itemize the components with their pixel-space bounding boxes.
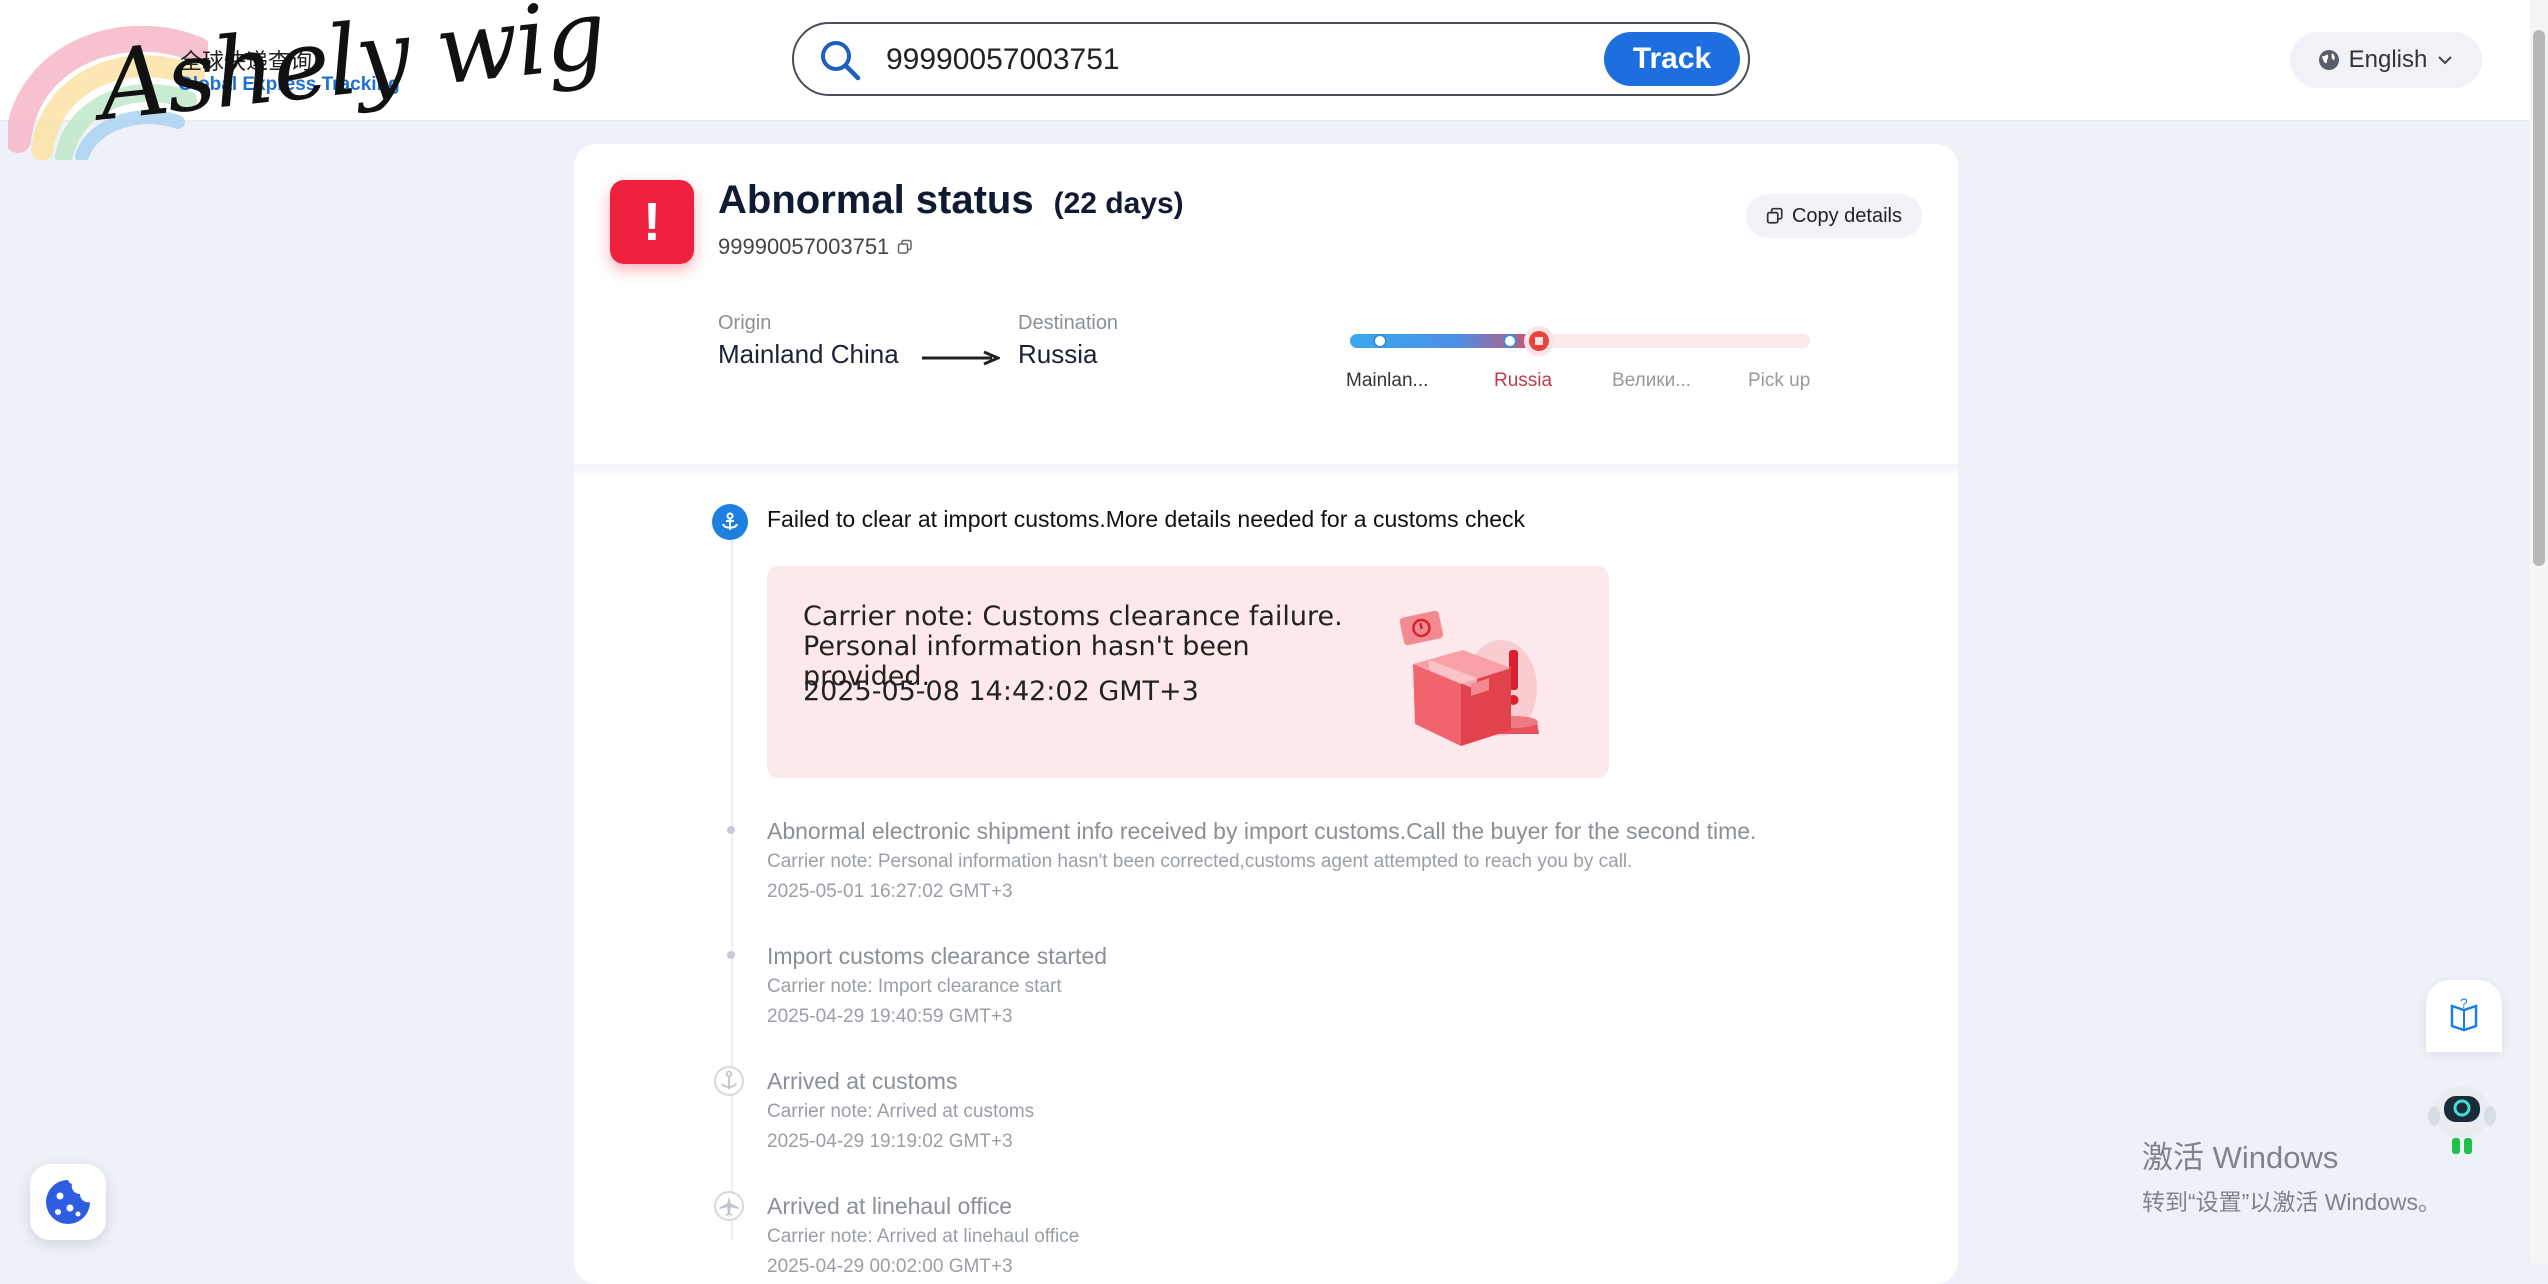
origin-value: Mainland China [718,339,899,369]
watermark-line1: 激活 Windows [2142,1140,2339,1175]
track-button[interactable]: Track [1604,32,1740,86]
progress-stage-label-active: Russia [1494,370,1553,391]
destination-label: Destination [1018,312,1119,334]
carrier-note-time: 2025-05-08 14:42:02 GMT+3 [803,676,1199,707]
package-alert-illustration [1399,610,1539,746]
event-time: 2025-04-29 19:19:02 GMT+3 [767,1131,1013,1152]
progress-stage-label: Mainlan... [1346,370,1429,391]
copy-icon [1766,207,1783,224]
tracking-number-row: 99990057003751 [718,234,913,260]
svg-text:?: ? [2460,995,2468,1011]
timeline-event: Import customs clearance started Carrier… [767,943,1107,1028]
timeline-dot [727,826,735,834]
timeline-event: Abnormal electronic shipment info receiv… [767,818,1756,903]
timeline-event: Arrived at linehaul office Carrier note:… [767,1193,1079,1278]
destination-block: Destination Russia [1018,312,1118,370]
card-divider [574,464,1958,478]
tracking-number-input[interactable] [884,36,1568,84]
copy-icon[interactable] [897,239,913,255]
event-title: Arrived at linehaul office [767,1193,1013,1219]
timeline-event: Arrived at customs Carrier note: Arrived… [767,1068,1034,1153]
event-title: Abnormal electronic shipment info receiv… [767,818,1757,844]
language-label: English [2348,46,2428,73]
event-note: Carrier note: Personal information hasn'… [767,851,1633,872]
help-book-icon: ? [2450,995,2478,1032]
status-days: (22 days) [1053,187,1184,220]
progress-stage-label: Pick up [1748,370,1811,391]
event-time: 2025-04-29 00:02:00 GMT+3 [767,1256,1013,1277]
timeline-line [731,540,733,1240]
event-title: Import customs clearance started [767,943,1108,969]
copy-details-label: Copy details [1791,204,1902,227]
tracking-number: 99990057003751 [718,234,890,259]
top-header: 全球快递查询 Global Express Tracking Ashely wi… [0,0,2530,160]
cookie-icon [46,1180,90,1224]
origin-label: Origin [718,312,772,334]
status-title-text: Abnormal status [718,178,1034,222]
shipment-progress: Mainlan... Russia Велики... Pick up [1346,320,1910,400]
route-arrow-icon [922,350,1000,366]
progress-stage-label: Велики... [1612,370,1692,391]
status-title: Abnormal status (22 days) [718,178,1184,223]
copy-details-button[interactable]: Copy details [1745,194,1922,238]
customs-anchor-icon [714,1066,744,1096]
globe-icon [2318,50,2339,70]
windows-activation-watermark: 激活 Windows 转到“设置”以激活 Windows。 [2142,1132,2441,1217]
event-note: Carrier note: Arrived at linehaul office [767,1226,1080,1247]
search-icon[interactable] [818,38,862,82]
carrier-note-card: Carrier note: Customs clearance failure.… [767,566,1609,778]
event-note: Carrier note: Import clearance start [767,976,1062,997]
page-scrollbar-thumb[interactable] [2533,30,2545,566]
destination-value: Russia [1018,339,1098,369]
chevron-down-icon [2438,56,2453,65]
site-logo[interactable]: 全球快递查询 Global Express Tracking Ashely wi… [8,0,609,160]
event-title: Arrived at customs [767,1068,958,1094]
help-center-button[interactable]: ? [2426,980,2502,1052]
search-bar: Track [792,22,1750,96]
timeline-dot [727,951,735,959]
customs-anchor-icon [712,504,748,540]
progress-bar [1350,326,1810,356]
cookie-settings-button[interactable] [30,1164,106,1240]
abnormal-status-badge: ! [610,180,694,264]
origin-block: Origin Mainland China [718,312,899,370]
event-note: Carrier note: Arrived at customs [767,1101,1035,1122]
latest-event-title: Failed to clear at import customs.More d… [767,506,1526,532]
watermark-line2: 转到“设置”以激活 Windows。 [2142,1189,2442,1215]
language-selector[interactable]: English [2290,32,2482,88]
event-time: 2025-04-29 19:40:59 GMT+3 [767,1006,1013,1027]
airplane-icon [714,1191,744,1221]
event-time: 2025-05-01 16:27:02 GMT+3 [767,881,1013,902]
